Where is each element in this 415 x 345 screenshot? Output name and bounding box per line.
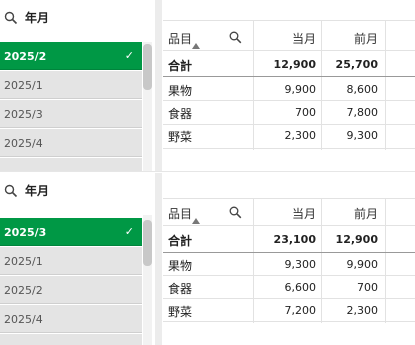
filter-list: 2025/3 ✓ 2025/1 2025/2 2025/4 (0, 215, 142, 345)
row-divider (163, 225, 415, 226)
panel-top: 年月 2025/2 ✓ 2025/1 2025/3 2025/4 品目 当月 前… (0, 0, 415, 172)
row-previous: 700 (357, 281, 378, 294)
list-item[interactable]: 2025/4 (0, 129, 142, 157)
search-icon[interactable] (229, 31, 242, 44)
column-divider (385, 20, 386, 150)
row-divider (163, 148, 415, 149)
row-current: 9,900 (284, 83, 317, 96)
row-label: 野菜 (168, 305, 193, 319)
row-current: 700 (295, 106, 316, 119)
sort-ascending-icon[interactable] (192, 218, 200, 224)
list-item-label: 2025/1 (4, 79, 43, 92)
header-previous-month[interactable]: 前月 (323, 205, 378, 222)
list-item-label: 2025/3 (4, 108, 43, 121)
search-icon[interactable] (4, 11, 18, 25)
row-divider (163, 198, 415, 199)
total-previous: 25,700 (335, 58, 378, 71)
list-item[interactable] (0, 158, 142, 172)
filter-pane: 年月 2025/3 ✓ 2025/1 2025/2 2025/4 (0, 173, 155, 345)
total-previous: 12,900 (335, 233, 378, 246)
search-icon[interactable] (4, 184, 18, 198)
row-previous: 7,800 (346, 106, 379, 119)
check-icon: ✓ (124, 225, 134, 238)
row-label: 食器 (168, 107, 193, 121)
list-item-label: 2025/3 (4, 226, 47, 239)
pane-separator (155, 0, 162, 172)
header-dimension[interactable]: 品目 (168, 30, 192, 47)
total-label: 合計 (168, 234, 193, 248)
filter-title: 年月 (25, 11, 50, 25)
column-divider (321, 198, 322, 323)
column-divider (321, 20, 322, 150)
row-divider (163, 321, 415, 322)
filter-pane: 年月 2025/2 ✓ 2025/1 2025/3 2025/4 (0, 0, 155, 172)
filter-header[interactable]: 年月 (0, 0, 155, 38)
row-previous: 9,900 (346, 258, 379, 271)
filter-list: 2025/2 ✓ 2025/1 2025/3 2025/4 (0, 42, 142, 172)
row-current: 7,200 (284, 304, 317, 317)
pane-separator (155, 173, 162, 345)
row-divider (163, 50, 415, 51)
row-divider (163, 100, 415, 101)
row-label: 野菜 (168, 130, 193, 144)
header-dimension[interactable]: 品目 (168, 205, 192, 222)
row-label: 食器 (168, 282, 193, 296)
header-previous-month[interactable]: 前月 (323, 30, 378, 47)
pivot-table: 品目 当月 前月 合計 12,900 25,700 果物 9,900 8,600… (163, 0, 415, 172)
list-item-selected[interactable]: 2025/2 ✓ (0, 42, 142, 70)
scrollbar-thumb[interactable] (143, 44, 152, 90)
list-item[interactable]: 2025/1 (0, 71, 142, 99)
column-divider (253, 20, 254, 150)
total-label: 合計 (168, 59, 193, 73)
panel-bottom: 年月 2025/3 ✓ 2025/1 2025/2 2025/4 品目 当月 前… (0, 173, 415, 345)
list-item[interactable]: 2025/1 (0, 247, 142, 275)
column-divider (253, 198, 254, 323)
check-icon: ✓ (124, 49, 134, 62)
list-item-label: 2025/2 (4, 50, 47, 63)
list-item[interactable] (0, 334, 142, 345)
filter-title: 年月 (25, 184, 50, 198)
row-previous: 9,300 (346, 129, 379, 142)
search-icon[interactable] (229, 206, 242, 219)
row-label: 果物 (168, 84, 193, 98)
row-divider (163, 298, 415, 299)
list-item-label: 2025/1 (4, 255, 43, 268)
total-current: 12,900 (273, 58, 316, 71)
row-divider (163, 275, 415, 276)
list-item[interactable]: 2025/3 (0, 100, 142, 128)
total-divider (163, 76, 415, 77)
list-item-label: 2025/4 (4, 137, 43, 150)
list-item-label: 2025/2 (4, 284, 43, 297)
sort-ascending-icon[interactable] (192, 43, 200, 49)
filter-header[interactable]: 年月 (0, 173, 155, 211)
total-current: 23,100 (273, 233, 316, 246)
list-item-label: 2025/4 (4, 313, 43, 326)
pivot-table: 品目 当月 前月 合計 23,100 12,900 果物 9,300 9,900… (163, 173, 415, 345)
row-current: 6,600 (284, 281, 317, 294)
panel-divider (0, 171, 415, 172)
row-current: 9,300 (284, 258, 317, 271)
header-current-month[interactable]: 当月 (258, 30, 316, 47)
header-current-month[interactable]: 当月 (258, 205, 316, 222)
row-divider (163, 124, 415, 125)
list-item-selected[interactable]: 2025/3 ✓ (0, 218, 142, 246)
row-previous: 2,300 (346, 304, 379, 317)
total-divider (163, 252, 415, 253)
row-current: 2,300 (284, 129, 317, 142)
row-divider (163, 20, 415, 21)
scrollbar-thumb[interactable] (143, 220, 152, 266)
column-divider (385, 198, 386, 323)
row-previous: 8,600 (346, 83, 379, 96)
list-item[interactable]: 2025/4 (0, 305, 142, 333)
row-label: 果物 (168, 259, 193, 273)
list-item[interactable]: 2025/2 (0, 276, 142, 304)
